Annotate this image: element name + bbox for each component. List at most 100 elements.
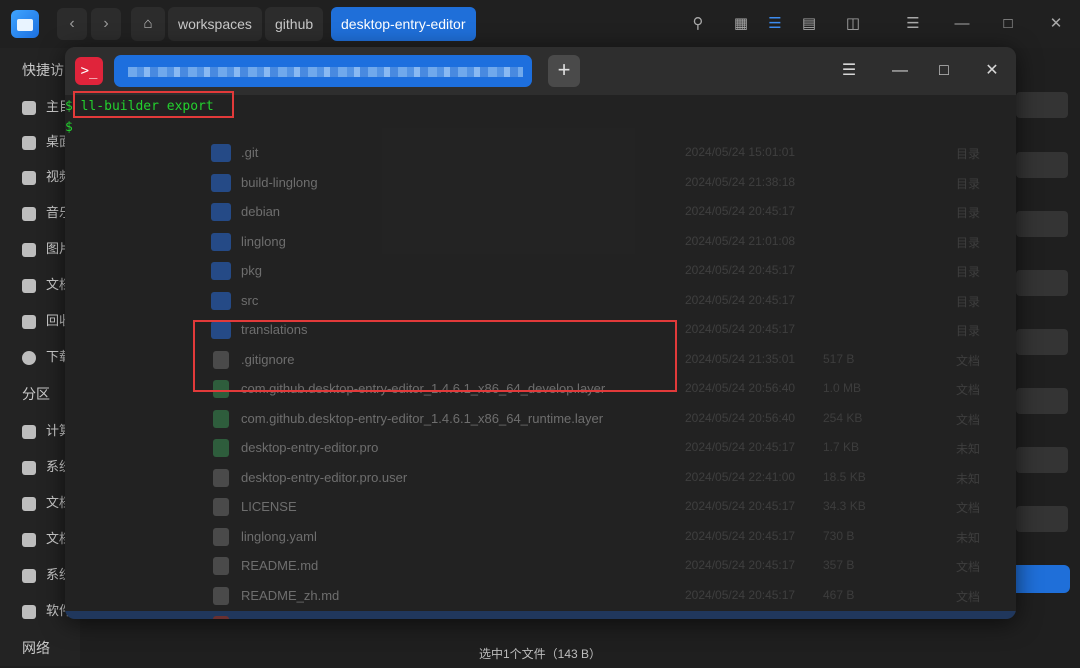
folder-icon [211, 291, 231, 310]
video-icon [22, 170, 36, 185]
file-date: 2024/05/24 20:45:17 [685, 204, 796, 218]
list-view-icon[interactable]: ☰ [763, 12, 787, 36]
file-type: 目录 [956, 324, 981, 338]
icon-view-icon[interactable]: ▦ [729, 12, 753, 36]
file-type: 文档 [956, 412, 981, 427]
add-tab-button[interactable]: + [548, 55, 580, 87]
breadcrumb-github[interactable]: github [265, 7, 324, 41]
folder-icon [211, 144, 231, 162]
file-manager-logo-icon [11, 10, 39, 38]
file-date: 2024/05/24 20:45:17 [685, 322, 796, 336]
terminal-close-icon[interactable]: ✕ [980, 59, 1004, 83]
home-icon[interactable]: ⌂ [131, 7, 165, 41]
file-name: .git [241, 145, 259, 160]
disk-icon [22, 604, 36, 619]
file-type: 目录 [956, 235, 981, 250]
file-row[interactable]: build-linglong 2024/05/24 21:38:18 目录 [65, 169, 1016, 198]
home-icon [22, 100, 36, 115]
redacted-tab-title [128, 67, 523, 77]
file-date: 2024/05/24 20:45:17 [685, 528, 796, 543]
file-name: build-linglong [241, 174, 318, 190]
file-size: 1.7 KB [823, 440, 860, 454]
file-icon [213, 616, 229, 619]
minimize-icon[interactable]: — [950, 12, 974, 36]
desktop-icon [22, 135, 36, 150]
folder-icon [211, 262, 231, 280]
second-prompt: $ [65, 120, 73, 135]
file-row[interactable]: src 2024/05/24 20:45:17 目录 [65, 287, 1016, 316]
sidebar-section-quick-access: 快捷访 [22, 62, 64, 78]
close-icon[interactable]: ✕ [1044, 12, 1068, 36]
search-icon[interactable]: ⚲ [686, 12, 710, 36]
file-row[interactable]: pkg 2024/05/24 20:45:17 目录 [65, 257, 1016, 286]
row-edge [1016, 506, 1068, 532]
file-name: README.md [241, 558, 319, 573]
download-icon [22, 350, 36, 365]
command-highlight-box [73, 91, 234, 118]
row-edge [1016, 447, 1068, 473]
file-date: 2024/05/24 21:01:08 [685, 233, 796, 248]
terminal-maximize-icon[interactable]: □ [932, 59, 956, 83]
picture-icon [22, 242, 36, 257]
file-row[interactable]: desktop-entry-editor.pro 2024/05/24 20:45… [65, 434, 1016, 463]
file-type: 文档 [956, 589, 981, 604]
file-icon [213, 557, 229, 575]
file-row[interactable]: README.md 2024/05/24 20:45:17 357 B 文档 [65, 552, 1016, 581]
status-bar: 选中1个文件（143 B） [478, 647, 602, 661]
file-row[interactable]: debian 2024/05/24 20:45:17 目录 [65, 198, 1016, 227]
file-row[interactable]: com.github.desktop-entry-editor_1.4.6.1_… [65, 405, 1016, 434]
layer-files-highlight-box [193, 320, 677, 392]
folder-icon [211, 203, 231, 221]
document-icon [22, 278, 36, 293]
file-date: 2024/05/24 20:45:17 [685, 587, 796, 602]
file-type: 目录 [956, 294, 981, 309]
file-row[interactable]: linglong.yaml 2024/05/24 20:45:17 730 B 未知 [65, 523, 1016, 552]
breadcrumb-workspaces[interactable]: workspaces [168, 7, 262, 41]
folder-icon [211, 232, 231, 251]
file-row[interactable]: LICENSE 2024/05/24 20:45:17 34.3 KB 文档 [65, 493, 1016, 522]
selected-row-edge [1016, 565, 1070, 593]
disk-icon [22, 496, 36, 511]
breadcrumb-desktop-entry-editor[interactable]: desktop-entry-editor [331, 7, 476, 41]
row-edge [1016, 388, 1068, 414]
maximize-icon[interactable]: □ [996, 12, 1020, 36]
music-icon [22, 206, 36, 221]
file-name: desktop-entry-editor.pro [241, 440, 379, 455]
file-date: 2024/05/24 20:45:17 [685, 499, 796, 513]
file-date: 2024/05/24 22:41:00 [685, 469, 796, 484]
file-row[interactable]: linglong 2024/05/24 21:01:08 目录 [65, 228, 1016, 257]
file-row[interactable]: translate_generation.sh 2024/05/24 20:45:… [65, 611, 1016, 619]
file-type: 目录 [956, 147, 981, 161]
row-edge [1016, 270, 1068, 296]
menu-icon[interactable]: ☰ [901, 12, 925, 36]
trash-icon [22, 314, 36, 329]
file-date: 2024/05/24 21:35:01 [685, 351, 796, 366]
folder-icon [211, 173, 231, 192]
file-row[interactable]: README_zh.md 2024/05/24 20:45:17 467 B 文档 [65, 582, 1016, 611]
file-row[interactable]: desktop-entry-editor.pro.user 2024/05/24 … [65, 464, 1016, 493]
file-date: 2024/05/24 20:45:17 [685, 292, 796, 307]
sidebar-toggle-icon[interactable]: ◫ [841, 12, 865, 36]
tree-view-icon[interactable]: ▤ [797, 12, 821, 36]
file-icon [213, 409, 229, 428]
file-size: 730 B [823, 528, 855, 543]
file-type: 文档 [956, 560, 981, 574]
file-size: 1.0 MB [823, 381, 862, 395]
file-name: README_zh.md [241, 587, 340, 603]
forward-button[interactable]: › [91, 8, 121, 40]
file-type: 可执行程序 [956, 617, 1016, 619]
terminal-minimize-icon[interactable]: — [888, 59, 912, 83]
file-row[interactable]: .git 2024/05/24 15:01:01 目录 [65, 139, 1016, 168]
file-name: src [241, 292, 259, 308]
terminal-menu-icon[interactable]: ☰ [837, 59, 861, 83]
disk-icon [22, 568, 36, 583]
terminal-window[interactable]: >_ + ☰ — □ ✕ .git 2024/05/24 15:01:01 目录 bu… [65, 47, 1016, 619]
file-type: 文档 [956, 501, 981, 515]
file-name: linglong [241, 233, 286, 249]
terminal-tab[interactable] [114, 55, 532, 87]
file-name: pkg [241, 263, 262, 278]
file-type: 未知 [956, 530, 981, 545]
file-date: 2024/05/24 20:45:17 [685, 558, 796, 572]
file-icon [213, 439, 229, 457]
back-button[interactable]: ‹ [57, 8, 87, 40]
